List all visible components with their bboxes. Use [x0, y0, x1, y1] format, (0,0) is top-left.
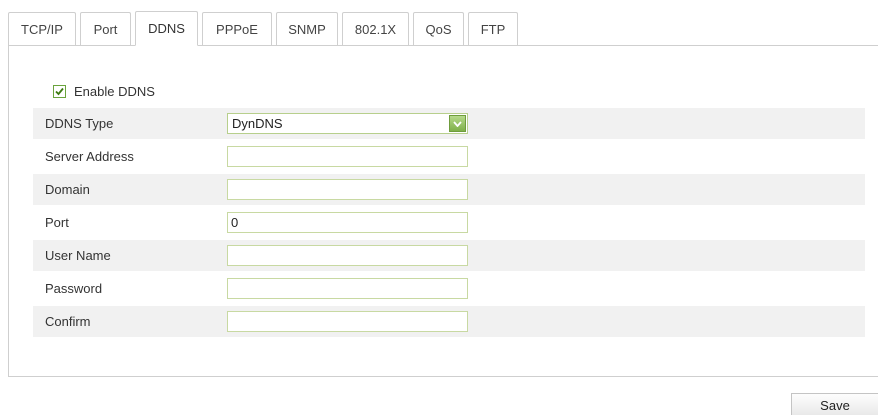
domain-label: Domain	[45, 182, 90, 197]
confirm-input[interactable]	[227, 311, 468, 332]
user-name-input[interactable]	[227, 245, 468, 266]
password-input[interactable]	[227, 278, 468, 299]
tab-ftp[interactable]: FTP	[468, 12, 518, 45]
form-row-port: Port	[33, 207, 865, 238]
ddns-settings-page: TCP/IP Port DDNS PPPoE SNMP 802.1X QoS F…	[0, 0, 878, 415]
tab-ddns[interactable]: DDNS	[135, 11, 198, 46]
tab-8021x[interactable]: 802.1X	[342, 12, 409, 45]
enable-ddns-row: Enable DDNS	[53, 83, 155, 99]
form-row-ddns-type: DDNS Type DynDNS	[33, 108, 865, 139]
port-input[interactable]	[227, 212, 468, 233]
user-name-label: User Name	[45, 248, 111, 263]
form-row-domain: Domain	[33, 174, 865, 205]
domain-input[interactable]	[227, 179, 468, 200]
save-button[interactable]: Save	[791, 393, 878, 415]
form-row-confirm: Confirm	[33, 306, 865, 337]
tab-snmp[interactable]: SNMP	[276, 12, 338, 45]
ddns-type-label: DDNS Type	[45, 116, 114, 131]
server-address-label: Server Address	[45, 149, 134, 164]
tab-port[interactable]: Port	[80, 12, 131, 45]
confirm-label: Confirm	[45, 314, 91, 329]
chevron-down-icon[interactable]	[449, 115, 466, 132]
server-address-input[interactable]	[227, 146, 468, 167]
ddns-type-value: DynDNS	[232, 116, 283, 131]
tab-pppoe[interactable]: PPPoE	[202, 12, 272, 45]
ddns-panel: Enable DDNS DDNS Type DynDNS Server Addr…	[8, 45, 878, 377]
form-row-user-name: User Name	[33, 240, 865, 271]
ddns-type-select[interactable]: DynDNS	[227, 113, 468, 134]
form-row-server-address: Server Address	[33, 141, 865, 172]
password-label: Password	[45, 281, 103, 296]
ddns-form: DDNS Type DynDNS Server Address Domain P…	[33, 108, 865, 339]
form-row-password: Password	[33, 273, 865, 304]
tab-bar: TCP/IP Port DDNS PPPoE SNMP 802.1X QoS F…	[8, 10, 878, 46]
checkmark-icon	[55, 87, 64, 95]
enable-ddns-label: Enable DDNS	[74, 83, 155, 99]
enable-ddns-checkbox[interactable]	[53, 84, 66, 98]
tab-tcpip[interactable]: TCP/IP	[8, 12, 76, 45]
port-label: Port	[45, 215, 69, 230]
tab-qos[interactable]: QoS	[413, 12, 464, 45]
